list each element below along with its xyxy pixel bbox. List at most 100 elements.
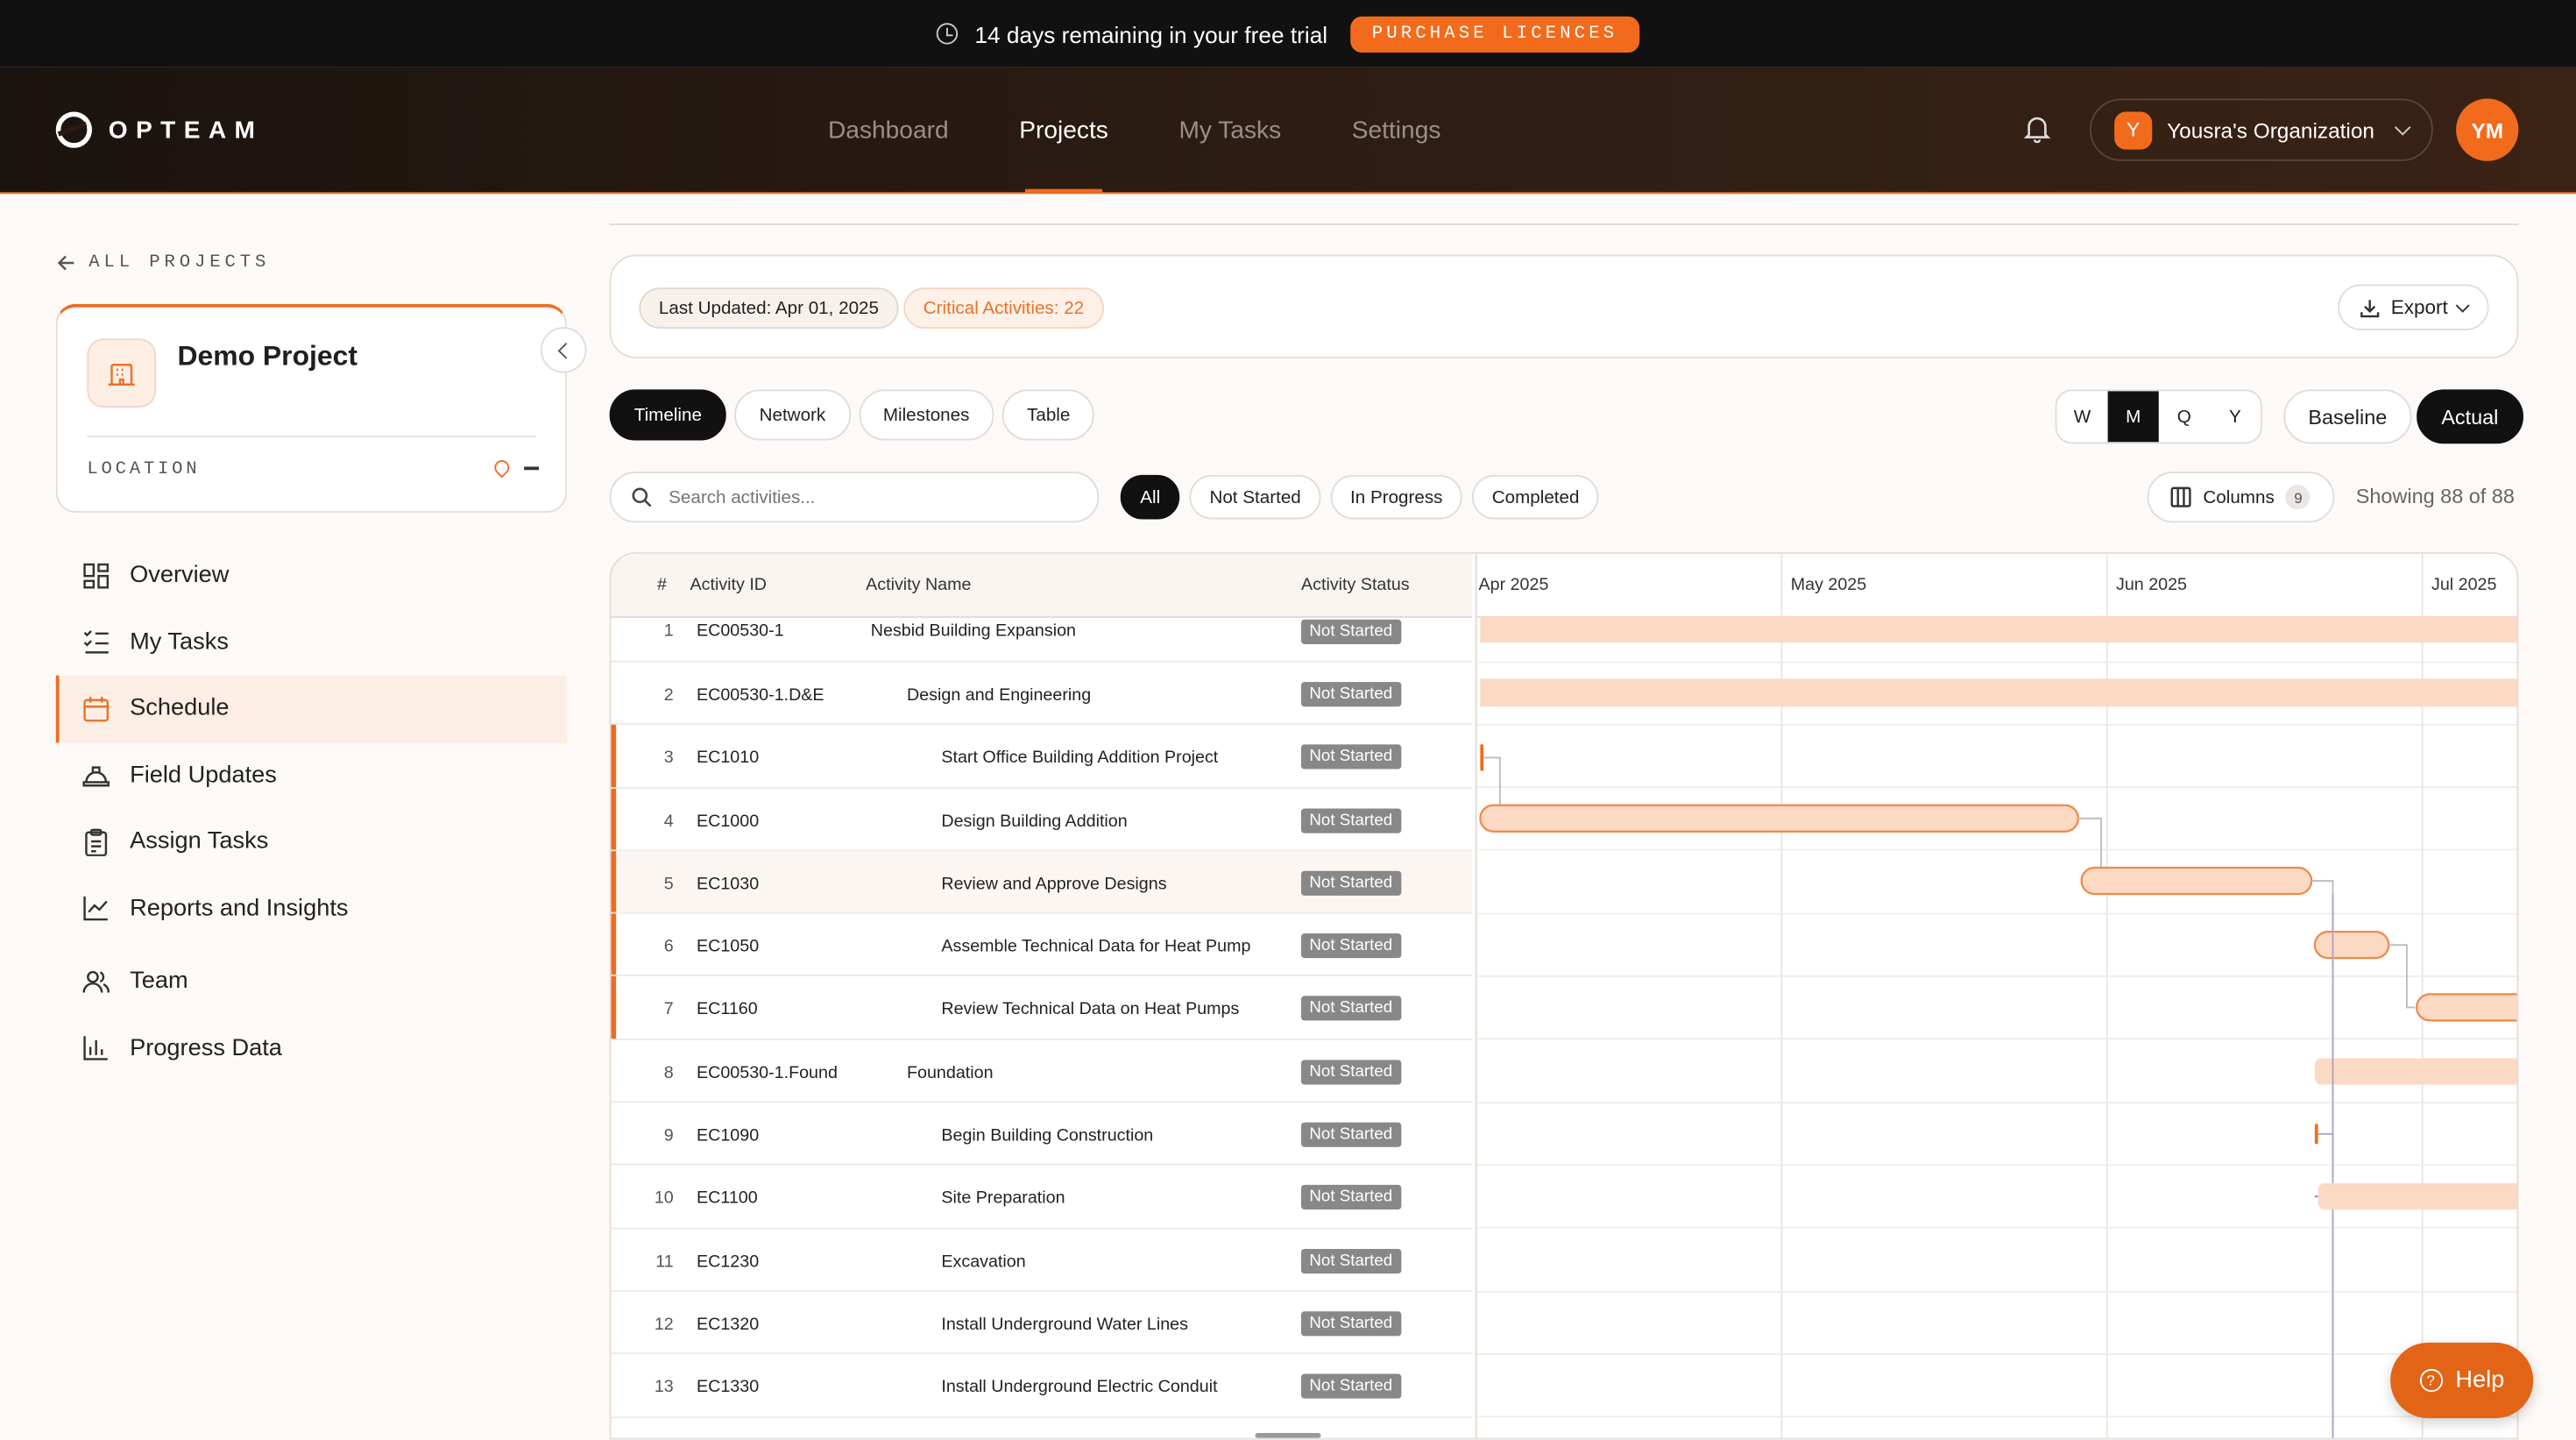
hardhat-icon <box>82 762 110 790</box>
filter-in-progress[interactable]: In Progress <box>1330 474 1462 520</box>
gantt-bar-summary <box>1480 616 2517 643</box>
nav-my-tasks[interactable]: My Tasks <box>1178 67 1281 193</box>
row-number: 5 <box>663 874 674 894</box>
calendar-icon <box>82 695 110 723</box>
sidebar-item-field-updates[interactable]: Field Updates <box>56 742 567 809</box>
schedule-info-bar: Last Updated: Apr 01, 2025 Critical Acti… <box>609 254 2519 358</box>
activity-name: Design Building Addition <box>941 811 1128 831</box>
export-label: Export <box>2390 295 2448 319</box>
sidebar-item-team[interactable]: Team <box>56 948 567 1015</box>
scale-year[interactable]: Y <box>2210 391 2261 442</box>
nav-projects[interactable]: Projects <box>1019 67 1108 193</box>
checklist-icon <box>82 628 110 656</box>
sidebar-item-label: Schedule <box>130 695 230 722</box>
organization-switcher[interactable]: Y Yousra's Organization <box>2090 98 2433 161</box>
table-row[interactable]: 13 EC1330 Install Underground Electric Con… <box>611 1354 1472 1418</box>
org-name: Yousra's Organization <box>2167 117 2374 143</box>
tab-table[interactable]: Table <box>1001 389 1095 441</box>
sidebar-item-label: Field Updates <box>130 762 277 789</box>
sidebar-item-overview[interactable]: Overview <box>56 543 567 609</box>
divider <box>609 223 2519 225</box>
table-row[interactable]: 6 EC1050 Assemble Technical Data for Heat … <box>611 913 1472 977</box>
time-scale-toggle: W M Q Y <box>2055 389 2262 444</box>
divider <box>87 435 536 437</box>
view-tabs: Timeline Network Milestones Table <box>609 389 1095 441</box>
opteam-logo[interactable]: OPTEAM <box>55 111 264 148</box>
filter-completed[interactable]: Completed <box>1472 474 1599 520</box>
status-badge: Not Started <box>1301 682 1401 707</box>
gantt-bar-task <box>1479 804 2079 833</box>
sidebar-item-progress-data[interactable]: Progress Data <box>56 1015 567 1082</box>
tab-milestones[interactable]: Milestones <box>858 389 994 441</box>
col-activity-status[interactable]: Activity Status <box>1301 575 1410 595</box>
sidebar-item-my-tasks[interactable]: My Tasks <box>56 609 567 676</box>
col-activity-id[interactable]: Activity ID <box>690 575 768 595</box>
sidebar-item-schedule[interactable]: Schedule <box>55 675 567 742</box>
table-row[interactable]: 7 EC1160 Review Technical Data on Heat Pum… <box>611 976 1472 1040</box>
col-num[interactable]: # <box>657 575 667 595</box>
activity-id: EC1230 <box>697 1252 760 1272</box>
main-nav: Dashboard Projects My Tasks Settings <box>828 67 1511 193</box>
activity-name: Install Underground Electric Conduit <box>941 1377 1218 1398</box>
table-row[interactable]: 8 EC00530-1.Found Foundation Not Started <box>611 1039 1472 1103</box>
showing-count: Showing 88 of 88 <box>2355 485 2515 508</box>
table-row[interactable]: 4 EC1000 Design Building Addition Not Start… <box>611 788 1472 852</box>
collapse-sidebar-button[interactable] <box>540 327 587 373</box>
gantt-chart: Apr 2025 May 2025 Jun 2025 Jul 2025 <box>1475 553 2517 1438</box>
activity-id: EC00530-1.Found <box>697 1062 838 1083</box>
nav-dashboard[interactable]: Dashboard <box>828 67 949 193</box>
table-row[interactable]: 10 EC1100 Site Preparation Not Started <box>611 1166 1472 1229</box>
table-row[interactable]: 12 EC1320 Install Underground Water Lines N… <box>611 1292 1472 1355</box>
tab-network[interactable]: Network <box>734 389 851 441</box>
table-row[interactable]: 3 EC1010 Start Office Building Addition Pr… <box>611 725 1472 789</box>
filter-all[interactable]: All <box>1120 474 1180 520</box>
activity-name: Review and Approve Designs <box>941 874 1167 894</box>
purchase-licences-button[interactable]: PURCHASE LICENCES <box>1350 15 1639 53</box>
critical-activities-badge[interactable]: Critical Activities: 22 <box>903 287 1104 329</box>
activity-search[interactable] <box>609 472 1100 523</box>
table-row[interactable]: 11 EC1230 Excavation Not Started <box>611 1229 1472 1292</box>
sidebar-item-assign-tasks[interactable]: Assign Tasks <box>56 809 567 876</box>
scale-week[interactable]: W <box>2057 391 2108 442</box>
export-button[interactable]: Export <box>2338 284 2489 330</box>
search-input[interactable] <box>665 486 1066 509</box>
sidebar-item-label: Overview <box>130 562 230 589</box>
columns-label: Columns <box>2203 486 2275 507</box>
activity-name: Review Technical Data on Heat Pumps <box>941 999 1240 1020</box>
table-row[interactable]: 1 EC00530-1 Nesbid Building Expansion Not S… <box>611 616 1472 663</box>
row-number: 4 <box>663 811 674 831</box>
col-activity-name[interactable]: Activity Name <box>866 575 971 595</box>
schedule-grid: # Activity ID Activity Name Activity Sta… <box>609 552 2519 1440</box>
activity-name: Excavation <box>941 1252 1026 1272</box>
users-icon <box>82 968 110 996</box>
nav-settings[interactable]: Settings <box>1352 67 1441 193</box>
scale-quarter[interactable]: Q <box>2159 391 2210 442</box>
horizontal-scrollbar[interactable] <box>1255 1433 1321 1438</box>
activity-id: EC1160 <box>697 999 758 1020</box>
sidebar-item-label: Assign Tasks <box>130 828 269 855</box>
status-badge: Not Started <box>1301 1059 1401 1085</box>
actual-toggle[interactable]: Actual <box>2417 389 2523 444</box>
help-button[interactable]: ? Help <box>2390 1342 2534 1419</box>
chevron-down-icon <box>2395 118 2412 135</box>
all-projects-link[interactable]: ALL PROJECTS <box>57 253 271 273</box>
row-number: 10 <box>654 1188 674 1209</box>
baseline-toggle[interactable]: Baseline <box>2283 389 2412 444</box>
tab-timeline[interactable]: Timeline <box>609 389 727 441</box>
gantt-bar-task <box>2313 931 2390 960</box>
row-number: 6 <box>663 937 674 957</box>
sidebar-item-reports[interactable]: Reports and Insights <box>56 875 567 941</box>
bell-icon[interactable] <box>2022 113 2052 144</box>
status-badge: Not Started <box>1301 1373 1401 1400</box>
activity-name: Site Preparation <box>941 1188 1065 1209</box>
table-row[interactable]: 5 EC1030 Review and Approve Designs Not Sta… <box>611 851 1472 914</box>
table-row[interactable]: 9 EC1090 Begin Building Construction Not St… <box>611 1103 1472 1167</box>
sidebar-item-label: Team <box>130 968 188 995</box>
status-badge: Not Started <box>1301 619 1401 644</box>
user-avatar[interactable]: YM <box>2456 98 2519 161</box>
row-number: 8 <box>663 1062 674 1083</box>
columns-button[interactable]: Columns 9 <box>2147 472 2335 523</box>
filter-not-started[interactable]: Not Started <box>1189 474 1321 520</box>
table-row[interactable]: 2 EC00530-1.D&E Design and Engineering Not … <box>611 663 1472 726</box>
scale-month[interactable]: M <box>2107 391 2159 443</box>
